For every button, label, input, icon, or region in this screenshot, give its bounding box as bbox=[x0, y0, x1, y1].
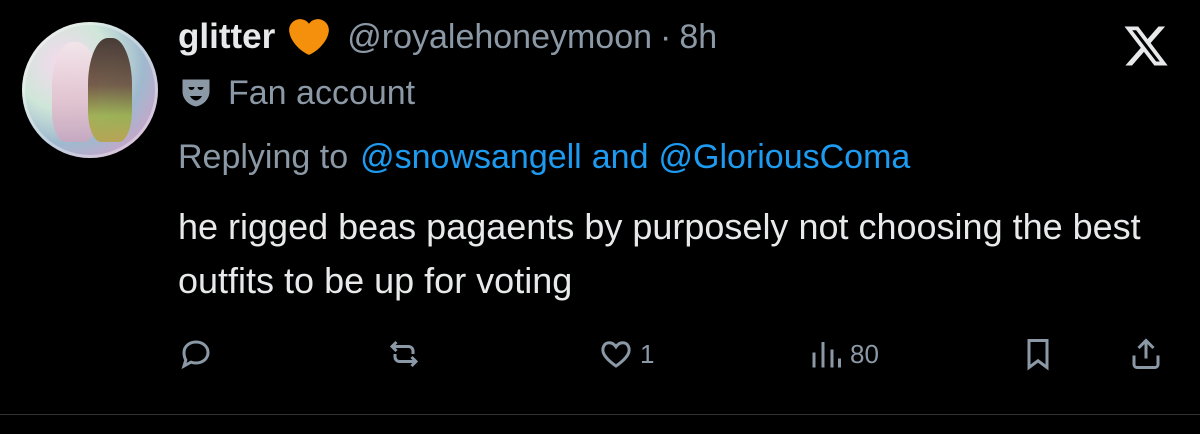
avatar-figure-right bbox=[88, 38, 132, 142]
bookmark-icon bbox=[1027, 339, 1049, 371]
avatar[interactable] bbox=[22, 22, 158, 158]
action-bar: 1 80 bbox=[0, 330, 1200, 378]
timestamp[interactable]: 8h bbox=[679, 18, 717, 57]
bookmark-button[interactable] bbox=[1020, 330, 1056, 378]
replying-to-prefix: Replying to bbox=[178, 137, 349, 176]
retweet-icon bbox=[389, 340, 419, 368]
analytics-icon bbox=[812, 342, 841, 368]
retweet-button[interactable] bbox=[386, 330, 428, 378]
separator-dot: · bbox=[660, 17, 672, 56]
replying-to: Replying to @snowsangell and @GloriousCo… bbox=[178, 132, 910, 182]
x-logo-icon[interactable] bbox=[1122, 22, 1170, 70]
mention-conjunction: and bbox=[591, 137, 649, 176]
tweet-text: he rigged beas pagaents by purposely not… bbox=[178, 206, 1141, 301]
fan-account-label: Fan account bbox=[228, 73, 416, 112]
divider bbox=[0, 414, 1200, 415]
views-count: 80 bbox=[850, 338, 879, 369]
share-icon bbox=[1132, 338, 1160, 369]
views-button[interactable]: 80 bbox=[808, 330, 879, 378]
tweet-card[interactable]: glitter @royalehoneymoon · 8h Fan accoun… bbox=[0, 0, 1200, 434]
theater-mask-icon bbox=[182, 79, 210, 107]
like-button[interactable]: 1 bbox=[598, 330, 654, 378]
mention-link[interactable]: @GloriousComa bbox=[658, 138, 910, 177]
user-handle[interactable]: @royalehoneymoon bbox=[347, 18, 652, 57]
reply-icon bbox=[181, 340, 210, 370]
display-name[interactable]: glitter bbox=[178, 17, 275, 57]
like-count: 1 bbox=[640, 338, 655, 369]
share-button[interactable] bbox=[1128, 330, 1164, 378]
orange-heart-icon bbox=[289, 19, 330, 55]
mention-link[interactable]: @snowsangell bbox=[360, 138, 582, 177]
tweet-header: glitter @royalehoneymoon · 8h bbox=[178, 12, 717, 62]
reply-button[interactable] bbox=[178, 330, 220, 378]
account-label: Fan account bbox=[178, 70, 415, 116]
heart-icon bbox=[601, 341, 631, 368]
